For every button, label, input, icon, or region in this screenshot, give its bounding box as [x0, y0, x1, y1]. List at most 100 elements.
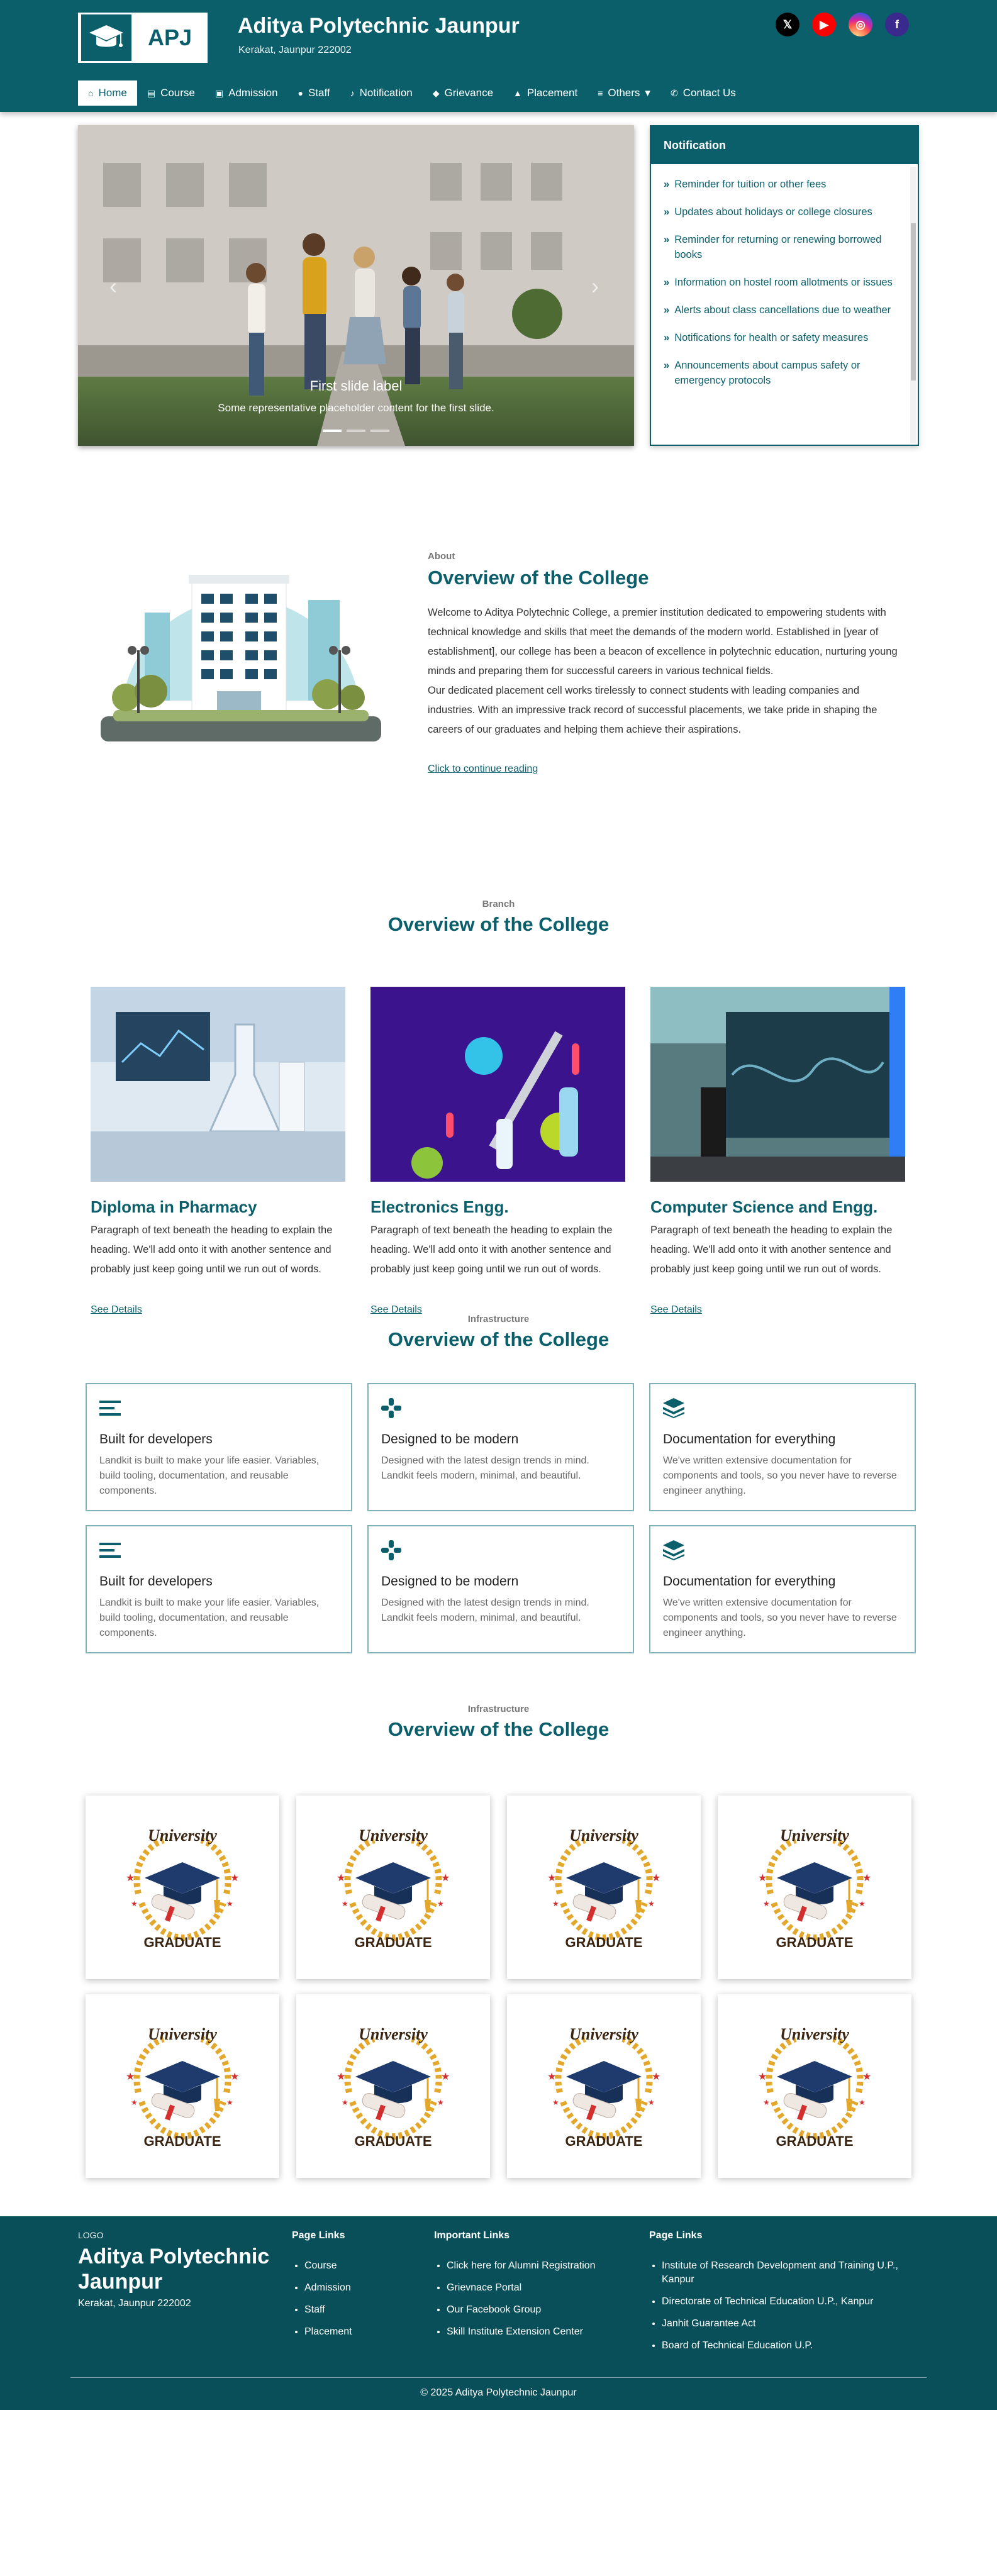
svg-text:★: ★ [763, 2098, 770, 2107]
svg-text:★: ★ [441, 2070, 450, 2082]
svg-text:★: ★ [862, 2070, 871, 2082]
gallery-item[interactable]: ★ ★ ★ ★ University GRADUATE [86, 1796, 279, 1979]
carousel-indicators [323, 430, 389, 432]
scrollbar-thumb[interactable] [911, 223, 916, 380]
footer-column-heading: Important Links [434, 2230, 510, 2241]
footer-logo: LOGO [78, 2230, 104, 2240]
notification-item[interactable]: » Announcements about campus safety or em… [664, 358, 901, 388]
section-title: Overview of the College [387, 913, 610, 935]
instagram-icon[interactable]: ◎ [849, 13, 872, 36]
about-paragraph: Welcome to Aditya Polytechnic College, a… [428, 607, 898, 677]
notification-item[interactable]: » Reminder for tuition or other fees [664, 177, 901, 192]
briefcase-icon: ▣ [214, 87, 224, 98]
gallery-item[interactable]: ★ ★ ★ ★ University GRADUATE [86, 1994, 279, 2178]
indicator-3[interactable] [370, 430, 389, 432]
footer-brand: LOGO Aditya Polytechnic Jaunpur Kerakat,… [78, 2230, 292, 2309]
indicator-2[interactable] [347, 430, 365, 432]
double-chevron-icon: » [664, 332, 670, 343]
layers-icon [663, 1397, 902, 1419]
gallery-item[interactable]: ★ ★ ★ ★ University GRADUATE [507, 1994, 701, 2178]
footer-link[interactable]: Our Facebook Group [447, 2303, 635, 2317]
gallery-item[interactable]: ★ ★ ★ ★ University GRADUATE [296, 1796, 490, 1979]
carousel-next-button[interactable]: › [591, 273, 599, 299]
gallery-item[interactable]: ★ ★ ★ ★ University GRADUATE [718, 1994, 911, 2178]
feature-card: Built for developers Landkit is built to… [86, 1383, 352, 1511]
badge-bottom-text: GRADUATE [565, 1935, 642, 1950]
notification-item[interactable]: » Alerts about class cancellations due to… [664, 303, 901, 318]
card-description: Paragraph of text beneath the heading to… [370, 1224, 613, 1275]
footer-column: Page Links Course Admission Staff Placem… [292, 2230, 418, 2347]
nav-notification[interactable]: ♪ Notification [340, 80, 423, 106]
footer-link[interactable]: Click here for Alumni Registration [447, 2259, 635, 2273]
site-title: Aditya Polytechnic Jaunpur [238, 14, 520, 38]
nav-home[interactable]: ⌂ Home [78, 80, 137, 106]
feature-description: We've written extensive documentation fo… [663, 1455, 897, 1496]
badge-bottom-text: GRADUATE [354, 1935, 432, 1950]
footer-link[interactable]: Board of Technical Education U.P. [662, 2339, 926, 2353]
footer-link[interactable]: Directorate of Technical Education U.P.,… [662, 2295, 926, 2309]
gallery-item[interactable]: ★ ★ ★ ★ University GRADUATE [507, 1796, 701, 1979]
svg-text:★: ★ [342, 2098, 348, 2107]
svg-text:★: ★ [230, 1872, 239, 1884]
notification-item[interactable]: » Notifications for health or safety meas… [664, 330, 901, 345]
feature-description: Landkit is built to make your life easie… [99, 1597, 320, 1638]
x-icon[interactable]: 𝕏 [776, 13, 799, 36]
indicator-1[interactable] [323, 430, 342, 432]
notification-item[interactable]: » Information on hostel room allotments o… [664, 275, 901, 290]
footer-link[interactable]: Grievnace Portal [447, 2281, 635, 2295]
nav-grievance[interactable]: ◆ Grievance [423, 80, 503, 106]
footer-link[interactable]: Course [304, 2259, 418, 2273]
hero-section: ‹ › First slide label Some representativ… [0, 125, 997, 446]
gallery-grid: ★ ★ ★ ★ University GRADUATE ★ ★ ★ ★ University GRAD… [86, 1796, 911, 2178]
footer-link[interactable]: Staff [304, 2303, 418, 2317]
footer-links: Click here for Alumni Registration Griev… [434, 2259, 635, 2339]
badge-top-text: University [148, 1826, 217, 1845]
notification-text: Alerts about class cancellations due to … [674, 304, 891, 316]
feature-description: We've written extensive documentation fo… [663, 1597, 897, 1638]
facebook-icon[interactable]: f [885, 13, 909, 36]
university-graduate-badge: ★ ★ ★ ★ University GRADUATE [758, 2025, 871, 2149]
svg-text:★: ★ [547, 2070, 556, 2082]
nav-course[interactable]: ▤ Course [137, 80, 205, 106]
svg-text:★: ★ [126, 1872, 135, 1884]
section-eyebrow: Infrastructure [467, 1314, 530, 1324]
section-header: Infrastructure Overview of the College [0, 1704, 997, 1741]
carousel-caption: First slide label Some representative pl… [78, 378, 634, 414]
svg-text:★: ★ [552, 2098, 559, 2107]
notification-item[interactable]: » Updates about holidays or college closu… [664, 204, 901, 219]
double-chevron-icon: » [664, 360, 670, 371]
university-graduate-badge: ★ ★ ★ ★ University GRADUATE [126, 1826, 239, 1950]
footer-link[interactable]: Institute of Research Development and Tr… [662, 2259, 926, 2287]
continue-reading-link[interactable]: Click to continue reading [428, 763, 538, 775]
feature-title: Designed to be modern [381, 1432, 519, 1446]
gallery-item[interactable]: ★ ★ ★ ★ University GRADUATE [718, 1796, 911, 1979]
site-footer: LOGO Aditya Polytechnic Jaunpur Kerakat,… [0, 2216, 997, 2410]
notification-text: Reminder for returning or renewing borro… [674, 234, 882, 260]
feature-title: Documentation for everything [663, 1432, 836, 1446]
university-graduate-badge: ★ ★ ★ ★ University GRADUATE [337, 1826, 450, 1950]
footer-link[interactable]: Janhit Guarantee Act [662, 2317, 926, 2331]
section-eyebrow: Infrastructure [467, 1704, 530, 1714]
feature-title: Documentation for everything [663, 1574, 836, 1589]
hero-carousel[interactable]: ‹ › First slide label Some representativ… [78, 125, 634, 446]
nav-others-dropdown[interactable]: ≡ Others ▾ [588, 80, 660, 106]
site-logo[interactable]: APJ [78, 13, 208, 63]
gallery-item[interactable]: ★ ★ ★ ★ University GRADUATE [296, 1994, 490, 2178]
nav-placement[interactable]: ▲ Placement [503, 80, 588, 106]
footer-link[interactable]: Admission [304, 2281, 418, 2295]
notification-item[interactable]: » Reminder for returning or renewing borr… [664, 232, 901, 262]
university-graduate-badge: ★ ★ ★ ★ University GRADUATE [337, 2025, 450, 2149]
carousel-prev-button[interactable]: ‹ [109, 273, 117, 299]
svg-text:★: ★ [758, 2070, 767, 2082]
about-content: About Overview of the College Welcome to… [428, 551, 906, 775]
svg-text:★: ★ [648, 1899, 655, 1908]
nav-staff[interactable]: ● Staff [288, 80, 340, 106]
footer-link[interactable]: Skill Institute Extension Center [447, 2325, 635, 2339]
nav-admission[interactable]: ▣ Admission [205, 80, 288, 106]
footer-link[interactable]: Placement [304, 2325, 418, 2339]
notification-scrollbar[interactable] [910, 167, 916, 443]
nav-contact[interactable]: ✆ Contact Us [660, 80, 746, 106]
badge-top-text: University [569, 1826, 638, 1845]
youtube-icon[interactable]: ▶ [812, 13, 836, 36]
footer-address: Kerakat, Jaunpur 222002 [78, 2298, 191, 2309]
